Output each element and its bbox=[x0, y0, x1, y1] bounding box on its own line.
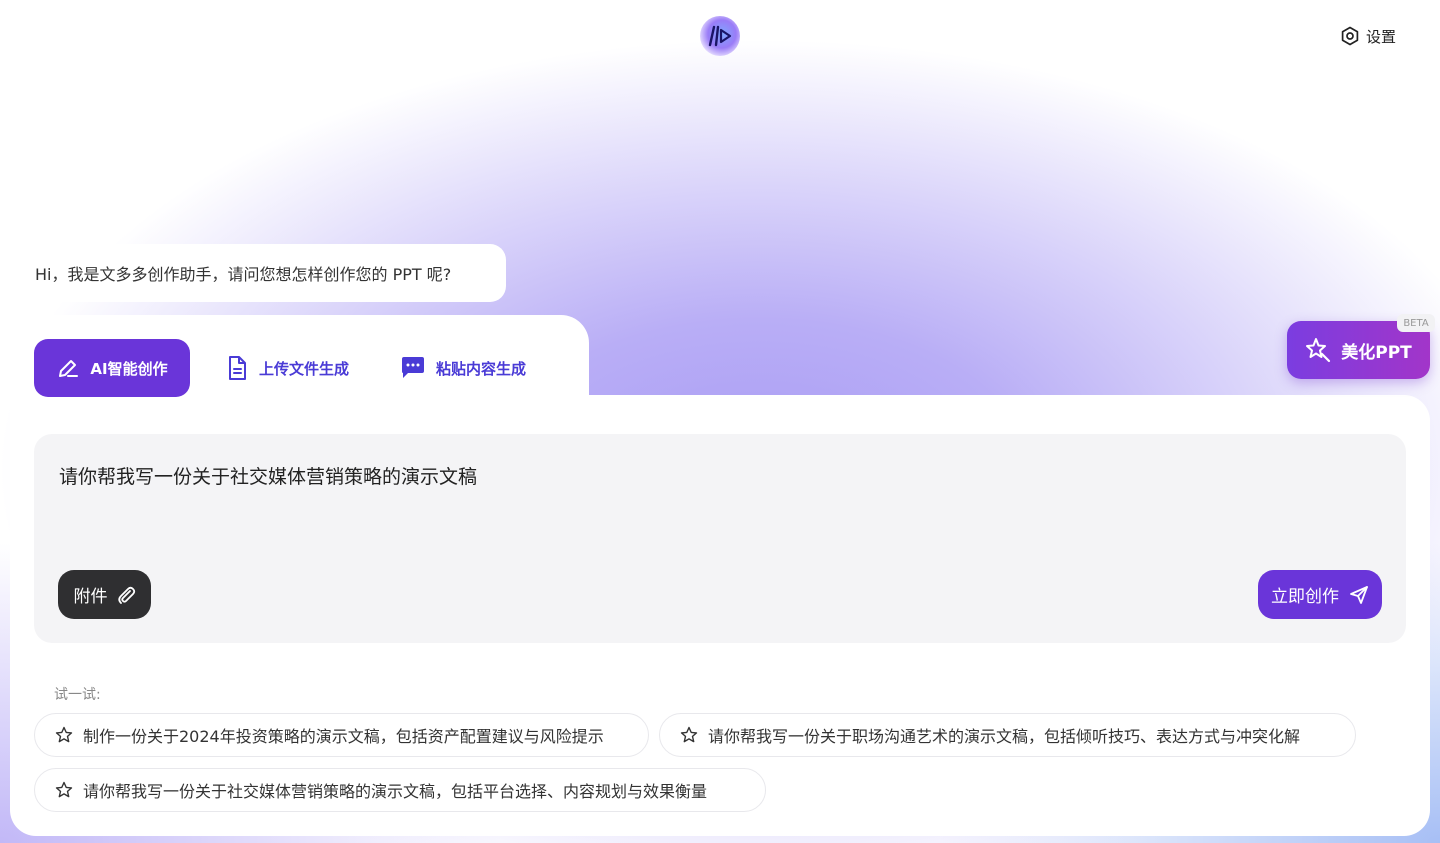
attach-label: 附件 bbox=[73, 587, 108, 607]
star-icon bbox=[55, 781, 73, 798]
create-now-button[interactable]: 立即创作 bbox=[1258, 570, 1382, 619]
tab-ai-create[interactable]: AI智能创作 bbox=[34, 339, 190, 397]
try-it-label: 试一试: bbox=[54, 687, 101, 703]
suggestion-chip[interactable]: 请你帮我写一份关于社交媒体营销策略的演示文稿，包括平台选择、内容规划与效果衡量 bbox=[34, 768, 766, 812]
tab-label: AI智能创作 bbox=[90, 359, 168, 378]
prompt-input[interactable] bbox=[59, 458, 1379, 492]
assistant-greeting-bubble: Hi，我是文多多创作助手，请问您想怎样创作您的 PPT 呢? bbox=[10, 244, 506, 302]
suggestion-chip[interactable]: 制作一份关于2024年投资策略的演示文稿，包括资产配置建议与风险提示 bbox=[34, 713, 649, 757]
suggestion-chip[interactable]: 请你帮我写一份关于职场沟通艺术的演示文稿，包括倾听技巧、表达方式与冲突化解 bbox=[659, 713, 1356, 757]
tab-label: 上传文件生成 bbox=[259, 359, 350, 378]
suggestion-text: 制作一份关于2024年投资策略的演示文稿，包括资产配置建议与风险提示 bbox=[83, 727, 604, 746]
tab-upload-file[interactable]: 上传文件生成 bbox=[225, 339, 349, 397]
magic-star-icon bbox=[1306, 338, 1331, 363]
attach-button[interactable]: 附件 bbox=[58, 570, 151, 619]
beta-badge: BETA bbox=[1397, 314, 1435, 332]
pen-icon bbox=[59, 360, 79, 377]
hexagon-gear-icon bbox=[1341, 26, 1359, 46]
create-label: 立即创作 bbox=[1271, 587, 1339, 607]
suggestion-text: 请你帮我写一份关于职场沟通艺术的演示文稿，包括倾听技巧、表达方式与冲突化解 bbox=[708, 727, 1301, 746]
beautify-label: 美化PPT bbox=[1341, 342, 1412, 363]
settings-label: 设置 bbox=[1365, 27, 1396, 46]
app-logo[interactable] bbox=[700, 16, 740, 56]
settings-button[interactable]: 设置 bbox=[1340, 24, 1396, 48]
suggestion-text: 请你帮我写一份关于社交媒体营销策略的演示文稿，包括平台选择、内容规划与效果衡量 bbox=[83, 782, 708, 801]
star-icon bbox=[680, 726, 698, 743]
paperclip-icon bbox=[117, 586, 135, 604]
greeting-text: Hi，我是文多多创作助手，请问您想怎样创作您的 PPT 呢? bbox=[35, 265, 452, 284]
chat-bubble-icon bbox=[402, 357, 424, 378]
tab-label: 粘贴内容生成 bbox=[436, 359, 527, 378]
document-icon bbox=[229, 356, 246, 380]
tab-paste-content[interactable]: 粘贴内容生成 bbox=[400, 339, 526, 397]
send-icon bbox=[1350, 585, 1368, 604]
code-brackets-logo-icon bbox=[708, 25, 732, 47]
star-icon bbox=[55, 726, 73, 743]
